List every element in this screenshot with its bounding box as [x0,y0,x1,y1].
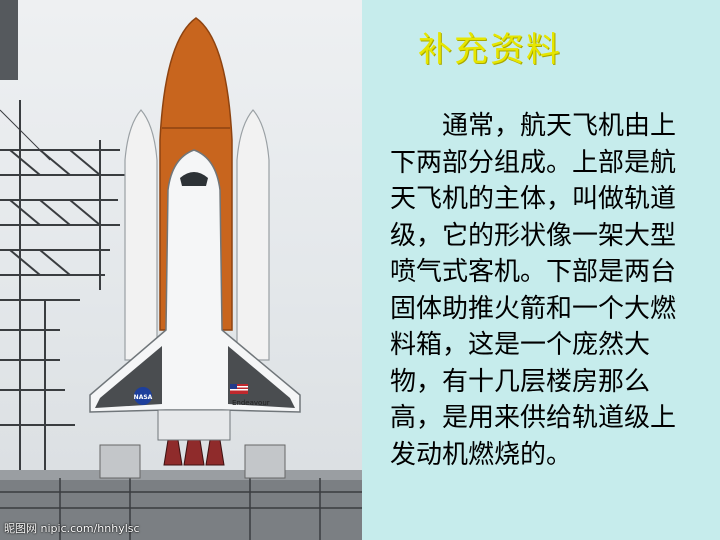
support-block-left [99,444,141,479]
page-title: 补充资料 [418,30,562,70]
body-paragraph: 通常，航天飞机由上下两部分组成。上部是航天飞机的主体，叫做轨道级，它的形状像一架… [390,111,677,470]
shuttle-illustration: NASA Endeavour [0,0,362,540]
us-flag-icon [230,384,248,394]
support-block-right [244,444,286,479]
main-engines [163,439,225,466]
watermark-text: 昵图网 nipic.com/hnhylsc [4,522,140,535]
nasa-logo-text: NASA [134,394,153,401]
shuttle-photo: NASA Endeavour 昵图网 nipic.com/hnhylsc [0,0,362,540]
left-booster [124,109,158,361]
orbiter-name: Endeavour [232,399,270,407]
right-booster [236,109,270,361]
tail-section [157,409,231,441]
